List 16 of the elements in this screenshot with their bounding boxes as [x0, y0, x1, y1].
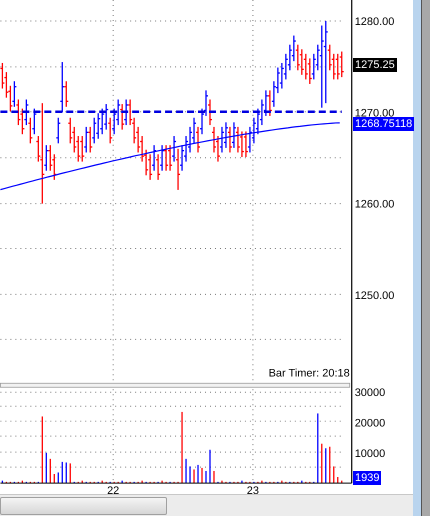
price-axis-label: 1280.00	[354, 16, 394, 28]
last-price-tag: 1275.25	[353, 58, 397, 72]
volume-axis-label: 20000	[354, 418, 386, 430]
vertical-scrollbar[interactable]	[413, 0, 422, 516]
price-axis-label: 1260.00	[354, 198, 394, 211]
price-axis-label: 1270.00	[354, 107, 394, 120]
volume-axis-label: 30000	[354, 387, 386, 400]
moving-average-tag: 1268.75118	[353, 117, 414, 131]
scrollbar-thumb[interactable]	[0, 496, 167, 515]
price-axis-label: 1250.00	[354, 290, 394, 302]
date-axis-label: 22	[107, 485, 120, 494]
date-axis-label: 23	[246, 485, 259, 494]
volume-axis-label: 10000	[354, 448, 386, 460]
horizontal-scrollbar[interactable]	[0, 494, 413, 516]
last-volume-tag: 1939	[353, 471, 382, 485]
bar-timer-label: Bar Timer: 20:18	[268, 367, 350, 380]
